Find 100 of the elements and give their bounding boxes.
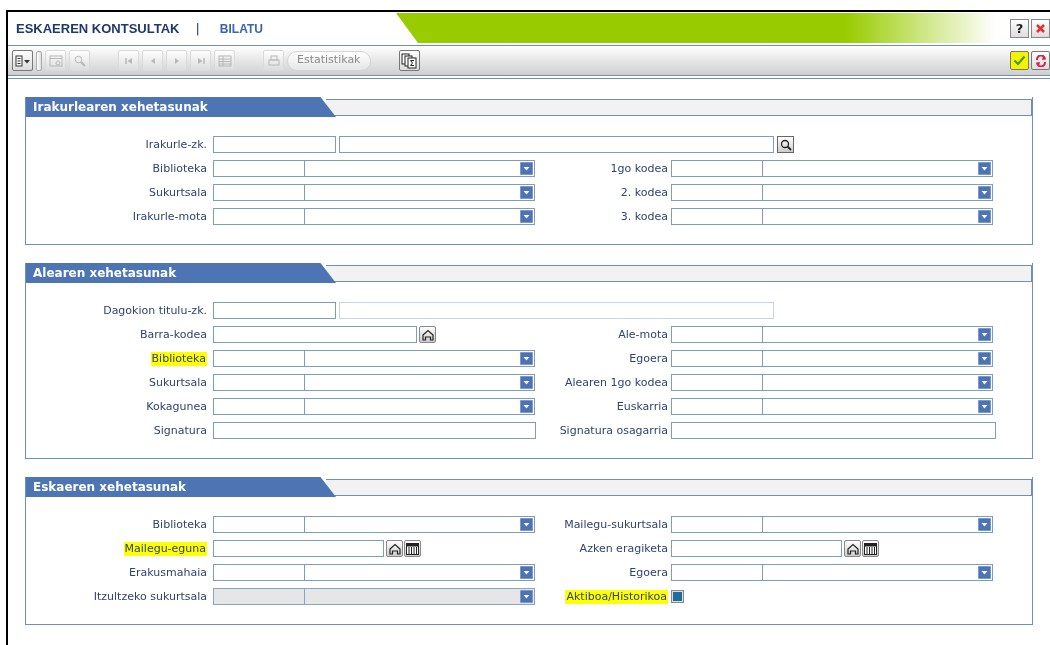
cancel-button[interactable]	[1031, 51, 1050, 70]
select-field[interactable]	[762, 516, 993, 533]
code-field[interactable]	[213, 160, 305, 177]
field-label: Barra-kodea	[139, 327, 207, 342]
code-field[interactable]	[213, 398, 305, 415]
dropdown-arrow-icon	[978, 566, 991, 579]
accept-button[interactable]	[1010, 51, 1029, 70]
undo-icon	[1034, 54, 1047, 67]
calendar-button[interactable]	[862, 540, 879, 557]
stats-button[interactable]	[398, 50, 420, 71]
field-label: Signatura	[153, 423, 207, 438]
checkbox[interactable]	[671, 590, 684, 603]
checkmark-icon	[1013, 55, 1026, 66]
close-button[interactable]	[1031, 19, 1050, 38]
menu-button[interactable]	[12, 50, 33, 71]
select-field[interactable]	[762, 326, 993, 343]
field-label: Kokagunea	[146, 399, 207, 414]
select-field[interactable]	[304, 516, 535, 533]
field-label: 3. kodea	[620, 209, 668, 224]
input-field[interactable]	[213, 422, 536, 439]
code-field[interactable]	[671, 564, 763, 581]
code-field[interactable]	[671, 516, 763, 533]
select-field[interactable]	[762, 208, 993, 225]
dropdown-arrow-icon	[978, 186, 991, 199]
code-field[interactable]	[671, 350, 763, 367]
field-label: Biblioteka	[150, 351, 207, 366]
help-button[interactable]: ?	[1010, 19, 1029, 38]
dropdown-arrow-icon	[978, 376, 991, 389]
field-label: Mailegu-eguna	[123, 541, 207, 556]
select-field[interactable]	[762, 160, 993, 177]
code-field[interactable]	[671, 160, 763, 177]
barcode-field[interactable]	[213, 326, 417, 343]
field-label: Irakurle-mota	[132, 209, 207, 224]
dropdown-arrow-icon	[978, 400, 991, 413]
field-label: 2. kodea	[620, 185, 668, 200]
field-label: Itzultzeko sukurtsala	[93, 589, 207, 604]
field-label: 1go kodea	[610, 161, 668, 176]
code-field[interactable]	[213, 564, 305, 581]
select-field[interactable]	[304, 208, 535, 225]
code-field[interactable]	[671, 398, 763, 415]
last-icon	[195, 55, 206, 66]
select-field[interactable]	[762, 350, 993, 367]
code-field[interactable]	[671, 208, 763, 225]
title-field[interactable]	[339, 302, 774, 319]
field-label: Erakusmahaia	[129, 565, 207, 580]
input-field[interactable]	[671, 422, 996, 439]
section-header: Alearen xehetasunak	[26, 263, 336, 283]
select-field[interactable]	[762, 374, 993, 391]
code-field[interactable]	[213, 208, 305, 225]
code-field[interactable]	[213, 350, 305, 367]
select-field[interactable]	[762, 564, 993, 581]
select-field[interactable]	[304, 350, 535, 367]
dropdown-arrow-icon	[978, 210, 991, 223]
code-field[interactable]	[213, 516, 305, 533]
dropdown-arrow-icon	[520, 352, 533, 365]
window-title: ESKAEREN KONTSULTAK	[16, 19, 180, 38]
printer-icon	[267, 54, 280, 67]
search-button[interactable]	[777, 136, 794, 153]
date-field[interactable]	[671, 540, 842, 557]
dropdown-arrow-icon	[520, 566, 533, 579]
select-field[interactable]	[304, 160, 535, 177]
dropdown-arrow-icon	[520, 162, 533, 175]
dropdown-arrow-icon	[520, 590, 533, 603]
dropdown-arrow-icon	[978, 328, 991, 341]
search-icon	[779, 138, 792, 151]
select-field[interactable]	[304, 398, 535, 415]
select-field[interactable]	[762, 398, 993, 415]
select-field[interactable]	[762, 184, 993, 201]
table-icon	[217, 54, 232, 67]
sum-documents-icon	[401, 52, 417, 69]
dropdown-arrow-icon	[978, 162, 991, 175]
window-icon	[48, 54, 63, 67]
number-field[interactable]	[213, 136, 336, 153]
dropdown-arrow-icon	[520, 210, 533, 223]
name-field[interactable]	[339, 136, 774, 153]
date-field[interactable]	[213, 540, 384, 557]
code-field[interactable]	[213, 374, 305, 391]
field-label: Azken eragiketa	[579, 541, 668, 556]
dropdown-arrow-icon	[520, 518, 533, 531]
field-label: Biblioteka	[152, 161, 207, 176]
select-field[interactable]	[304, 564, 535, 581]
code-field[interactable]	[213, 184, 305, 201]
code-field[interactable]	[671, 184, 763, 201]
section-header: Eskaeren xehetasunak	[26, 477, 336, 497]
field-label: Egoera	[629, 351, 668, 366]
search-icon	[73, 54, 86, 67]
field-label: Aktiboa/Historikoa	[565, 589, 668, 604]
code-field[interactable]	[671, 374, 763, 391]
first-icon	[123, 55, 134, 66]
dropdown-arrow-icon	[978, 518, 991, 531]
code-field[interactable]	[671, 326, 763, 343]
number-field[interactable]	[213, 302, 336, 319]
field-label: Signatura osagarria	[559, 423, 668, 438]
field-label: Sukurtsala	[148, 375, 207, 390]
calendar-button[interactable]	[404, 540, 421, 557]
section-header: Irakurlearen xehetasunak	[26, 97, 336, 117]
select-field[interactable]	[304, 374, 535, 391]
calendar-icon	[864, 542, 877, 555]
select-field[interactable]	[304, 184, 535, 201]
toolbar-handle[interactable]	[36, 50, 42, 71]
